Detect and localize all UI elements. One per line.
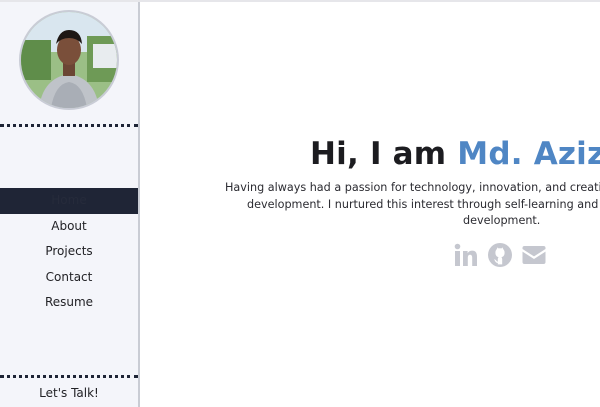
email-link[interactable] <box>521 242 547 268</box>
github-icon <box>488 243 512 267</box>
hero-greeting: Hi, I am <box>310 136 458 172</box>
mail-icon <box>522 246 546 264</box>
nav-item-contact[interactable]: Contact <box>0 265 138 291</box>
nav-item-projects[interactable]: Projects <box>0 239 138 265</box>
social-links <box>453 242 547 268</box>
profile-photo-icon <box>21 12 117 108</box>
nav-item-home[interactable]: Home <box>0 188 138 214</box>
intro-line-3: development. <box>463 214 541 227</box>
sidebar-divider-top <box>0 124 138 127</box>
hero-heading: Hi, I am Md. Azizul <box>310 136 600 172</box>
lets-talk-link[interactable]: Let's Talk! <box>0 386 138 400</box>
nav-item-resume[interactable]: Resume <box>0 290 138 316</box>
avatar <box>21 12 117 108</box>
sidebar: Home About Projects Contact Resume Let's… <box>0 2 140 407</box>
intro-line-1: Having always had a passion for technolo… <box>225 181 600 194</box>
sidebar-nav: Home About Projects Contact Resume <box>0 188 138 316</box>
hero-name: Md. Azizul <box>457 136 600 172</box>
nav-item-about[interactable]: About <box>0 214 138 240</box>
intro-line-2: development. I nurtured this interest th… <box>247 197 600 211</box>
github-link[interactable] <box>487 242 513 268</box>
main-content: Hi, I am Md. Azizul Having always had a … <box>140 2 600 407</box>
linkedin-icon <box>454 243 477 266</box>
page: Home About Projects Contact Resume Let's… <box>0 0 600 407</box>
linkedin-link[interactable] <box>453 242 479 268</box>
hero-intro: Having always had a passion for technolo… <box>215 180 600 230</box>
sidebar-divider-bottom <box>0 375 138 378</box>
